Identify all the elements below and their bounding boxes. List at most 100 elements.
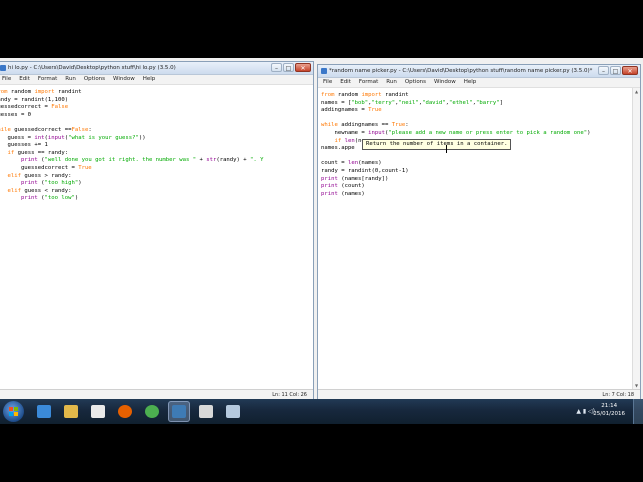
menu-window[interactable]: Window [434,78,456,87]
start-button[interactable] [3,401,24,422]
code-line[interactable]: print ("well done you got it right. the … [0,157,264,164]
titlebar[interactable]: *random name picker.py - C:\Users\David\… [318,65,640,78]
scroll-up-arrow-icon[interactable]: ▲ [634,89,639,94]
code-token-bi: len [347,160,359,167]
python-file-icon [321,68,327,74]
taskbar-button[interactable] [33,401,55,422]
menu-help[interactable]: Help [464,78,477,87]
menu-format[interactable]: Format [38,75,57,84]
code-line[interactable]: names = ["bob","terry","neil","david","e… [321,100,503,107]
mouse-ibeam-cursor [446,145,447,153]
maximize-button[interactable]: □ [610,66,621,75]
code-line[interactable]: from random import randint [0,89,82,96]
code-line[interactable]: names.appe [321,145,355,152]
close-button[interactable]: ✕ [622,66,638,75]
code-token-str: "ethel" [449,99,473,106]
code-line[interactable]: print (names[randy]) [321,176,388,183]
code-token: randint [54,89,82,95]
code-token-str: "terry" [371,99,396,106]
system-tray[interactable]: ▲ ▮ ◁) [576,408,595,415]
code-token-str: "well done you got it right. the number … [44,157,197,164]
code-token: randint [381,92,409,98]
minimize-button[interactable]: – [598,66,609,75]
code-line[interactable]: newname = input("please add a new name o… [321,130,590,137]
code-line[interactable]: print (names) [321,191,365,198]
taskbar-button[interactable] [60,401,82,422]
window-title: *random name picker.py - C:\Users\David\… [329,68,593,74]
vertical-scrollbar[interactable]: ▲ ▼ [632,88,640,389]
code-line[interactable]: print (count) [321,183,365,190]
calltip-tooltip: Return the number of items in a containe… [362,139,512,150]
menu-run[interactable]: Run [386,78,397,87]
desktop-screen: hi lo.py - C:\Users\David\Desktop\python… [0,58,643,424]
code-token-bi: print [321,183,338,190]
code-line[interactable]: guessedcorrect = False [0,104,68,111]
code-token-str: "please add a new name or press enter to… [388,130,588,136]
menu-edit[interactable]: Edit [340,78,351,87]
code-line[interactable]: randy = randint(0,count-1) [321,168,409,175]
code-editor[interactable]: from random import randint names = ["bob"… [318,88,632,388]
titlebar[interactable]: hi lo.py - C:\Users\David\Desktop\python… [0,62,313,75]
code-line[interactable]: guesses += 1 [0,142,47,149]
code-token-kw: import [34,89,55,95]
code-line[interactable]: print ("too high") [0,180,82,187]
taskbar-button[interactable] [222,401,244,422]
menu-run[interactable]: Run [65,75,76,84]
code-editor[interactable]: from random import randintrandy = randin… [0,85,313,388]
code-token-str: "too low" [44,195,75,202]
code-token: + [196,157,207,164]
menu-file[interactable]: File [323,78,332,87]
idle-editor-window-hi-lo[interactable]: hi lo.py - C:\Users\David\Desktop\python… [0,61,314,401]
code-line[interactable]: guess = int(input("what is your guess?")… [0,135,145,142]
code-line[interactable]: while addingnames == True: [321,122,409,129]
taskbar-button[interactable] [87,401,109,422]
code-token: ( [37,157,45,164]
menu-edit[interactable]: Edit [19,75,30,84]
code-line[interactable]: if guess == randy: [0,150,68,157]
menu-window[interactable]: Window [113,75,135,84]
code-token-bi: print [321,190,338,197]
close-button[interactable]: ✕ [295,63,311,72]
code-token-str: "david" [422,99,446,106]
code-line[interactable]: randy = randint(1,100) [0,97,68,104]
code-token: ) [74,195,79,202]
taskbar-button[interactable] [168,401,190,422]
taskbar-button[interactable] [114,401,136,422]
idle-editor-window-random-name-picker[interactable]: *random name picker.py - C:\Users\David\… [317,64,641,401]
menu-format[interactable]: Format [359,78,378,87]
code-line[interactable]: print ("too low") [0,195,78,202]
code-line[interactable]: addingnames = True [321,107,382,114]
code-line[interactable]: elif guess > randy: [0,172,72,180]
code-line[interactable]: from random import randint [321,92,409,99]
maximize-button[interactable]: □ [283,63,294,72]
menu-help[interactable]: Help [143,75,156,84]
code-token: (names[randy]) [337,175,389,182]
code-line[interactable]: elif guess < randy: [0,188,71,195]
menubar: File Edit Format Run Options Window Help [0,75,313,85]
code-token-str: "neil" [398,99,419,106]
code-token-kw: True [368,107,382,114]
code-token: (randy) + [216,157,251,164]
code-line[interactable]: guesses = 0 [0,112,31,119]
code-token-str: ". Y [250,157,264,164]
code-token: ( [37,195,45,202]
scroll-down-arrow-icon[interactable]: ▼ [634,383,639,388]
menu-options[interactable]: Options [84,75,105,84]
internet-explorer-icon [37,405,51,418]
taskbar-button[interactable] [195,401,217,422]
media-player-icon [91,405,105,418]
window-controls: – □ ✕ [598,66,638,75]
menu-options[interactable]: Options [405,78,426,87]
code-token: (count) [337,183,365,190]
code-line[interactable]: while guessedcorrect ==False: [0,127,92,134]
taskbar-button[interactable] [141,401,163,422]
code-line[interactable]: count = len(names) [321,160,382,167]
code-line[interactable]: guessedcorrect = True [0,165,92,172]
show-desktop-button[interactable] [633,399,643,424]
code-token: guess > randy: [20,172,72,179]
minimize-button[interactable]: – [271,63,282,72]
code-token: : [88,127,92,133]
clock[interactable]: 21:14 25/01/2016 [593,402,625,418]
menu-file[interactable]: File [2,75,11,84]
